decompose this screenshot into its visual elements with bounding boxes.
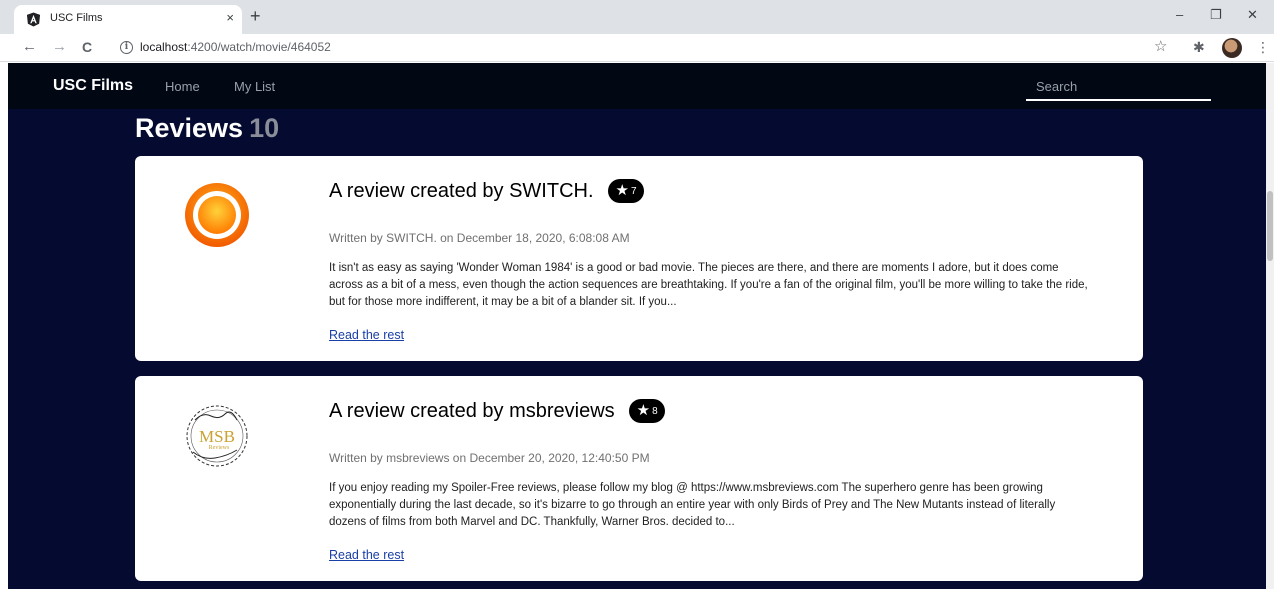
profile-avatar[interactable] <box>1222 38 1242 58</box>
rating-badge: ★ 7 <box>607 179 644 203</box>
search-box <box>1026 75 1211 101</box>
tab-close-icon[interactable]: × <box>226 10 234 26</box>
review-title-text: A review created by SWITCH. <box>329 179 594 202</box>
msb-logo-text: MSB <box>199 427 235 446</box>
star-icon: ★ <box>636 402 651 419</box>
browser-menu-icon[interactable]: ⋮ <box>1256 39 1270 55</box>
restore-icon[interactable]: ❐ <box>1210 6 1222 24</box>
read-the-rest-link[interactable]: Read the rest <box>329 548 404 562</box>
star-icon: ★ <box>615 182 629 199</box>
read-the-rest-link[interactable]: Read the rest <box>329 328 404 342</box>
review-title: A review created by SWITCH. ★ 7 <box>329 179 644 203</box>
back-icon[interactable]: ← <box>22 38 37 56</box>
reload-icon[interactable]: C <box>82 38 92 56</box>
tab-strip: USC Films × + – ❐ ✕ <box>0 0 1274 34</box>
rating-badge: ★ 8 <box>628 399 665 423</box>
forward-icon[interactable]: → <box>52 38 67 56</box>
reviewer-avatar: MSB Reviews <box>177 402 257 468</box>
review-title-text: A review created by msbreviews <box>329 399 615 422</box>
reviews-count: 10 <box>249 113 280 143</box>
search-input[interactable] <box>1026 75 1211 97</box>
minimize-icon[interactable]: – <box>1176 6 1183 24</box>
brand-logo[interactable]: USC Films <box>53 77 133 95</box>
angular-favicon-icon <box>26 12 41 27</box>
nav-link-my-list[interactable]: My List <box>234 79 275 94</box>
msb-logo-icon: MSB Reviews <box>186 405 248 467</box>
browser-tab[interactable]: USC Films × <box>14 5 242 34</box>
msb-logo-subtext: Reviews <box>209 445 230 451</box>
new-tab-button[interactable]: + <box>250 6 261 26</box>
reviewer-avatar <box>177 182 257 248</box>
review-body: It isn't as easy as saying 'Wonder Woman… <box>329 262 1088 308</box>
reviews-title: Reviews <box>135 113 244 143</box>
window-close-icon[interactable]: ✕ <box>1247 6 1258 24</box>
address-bar[interactable]: i localhost:4200/watch/movie/464052 <box>108 37 1178 59</box>
url-path: :4200/watch/movie/464052 <box>187 40 331 54</box>
app-navbar: USC Films Home My List <box>8 63 1270 109</box>
orange-ring-icon <box>185 183 249 247</box>
review-meta: Written by SWITCH. on December 18, 2020,… <box>329 231 630 245</box>
page-scrollbar[interactable] <box>1266 63 1274 589</box>
url-text: localhost:4200/watch/movie/464052 <box>140 40 331 54</box>
page-viewport: USC Films Home My List Reviews10 <box>8 63 1270 589</box>
review-card: A review created by SWITCH. ★ 7 Written … <box>135 156 1143 361</box>
url-host: localhost <box>140 40 188 54</box>
browser-window: USC Films × + – ❐ ✕ ← → C i localhost:42… <box>0 0 1274 589</box>
review-meta: Written by msbreviews on December 20, 20… <box>329 451 650 465</box>
review-card: MSB Reviews A review created by msbrevie… <box>135 376 1143 581</box>
tab-title: USC Films <box>50 12 103 24</box>
browser-toolbar: ← → C i localhost:4200/watch/movie/46405… <box>0 34 1274 62</box>
bookmark-star-icon[interactable]: ☆ <box>1154 39 1167 55</box>
review-title: A review created by msbreviews ★ 8 <box>329 399 665 423</box>
extensions-icon[interactable]: ✱ <box>1193 39 1205 55</box>
rating-value: 7 <box>630 185 637 197</box>
review-body: If you enjoy reading my Spoiler-Free rev… <box>329 482 1056 528</box>
reviews-heading: Reviews 10 <box>135 113 279 144</box>
scrollbar-thumb[interactable] <box>1267 191 1273 261</box>
rating-value: 8 <box>652 405 658 417</box>
nav-link-home[interactable]: Home <box>165 79 200 94</box>
site-info-icon[interactable]: i <box>120 41 133 54</box>
